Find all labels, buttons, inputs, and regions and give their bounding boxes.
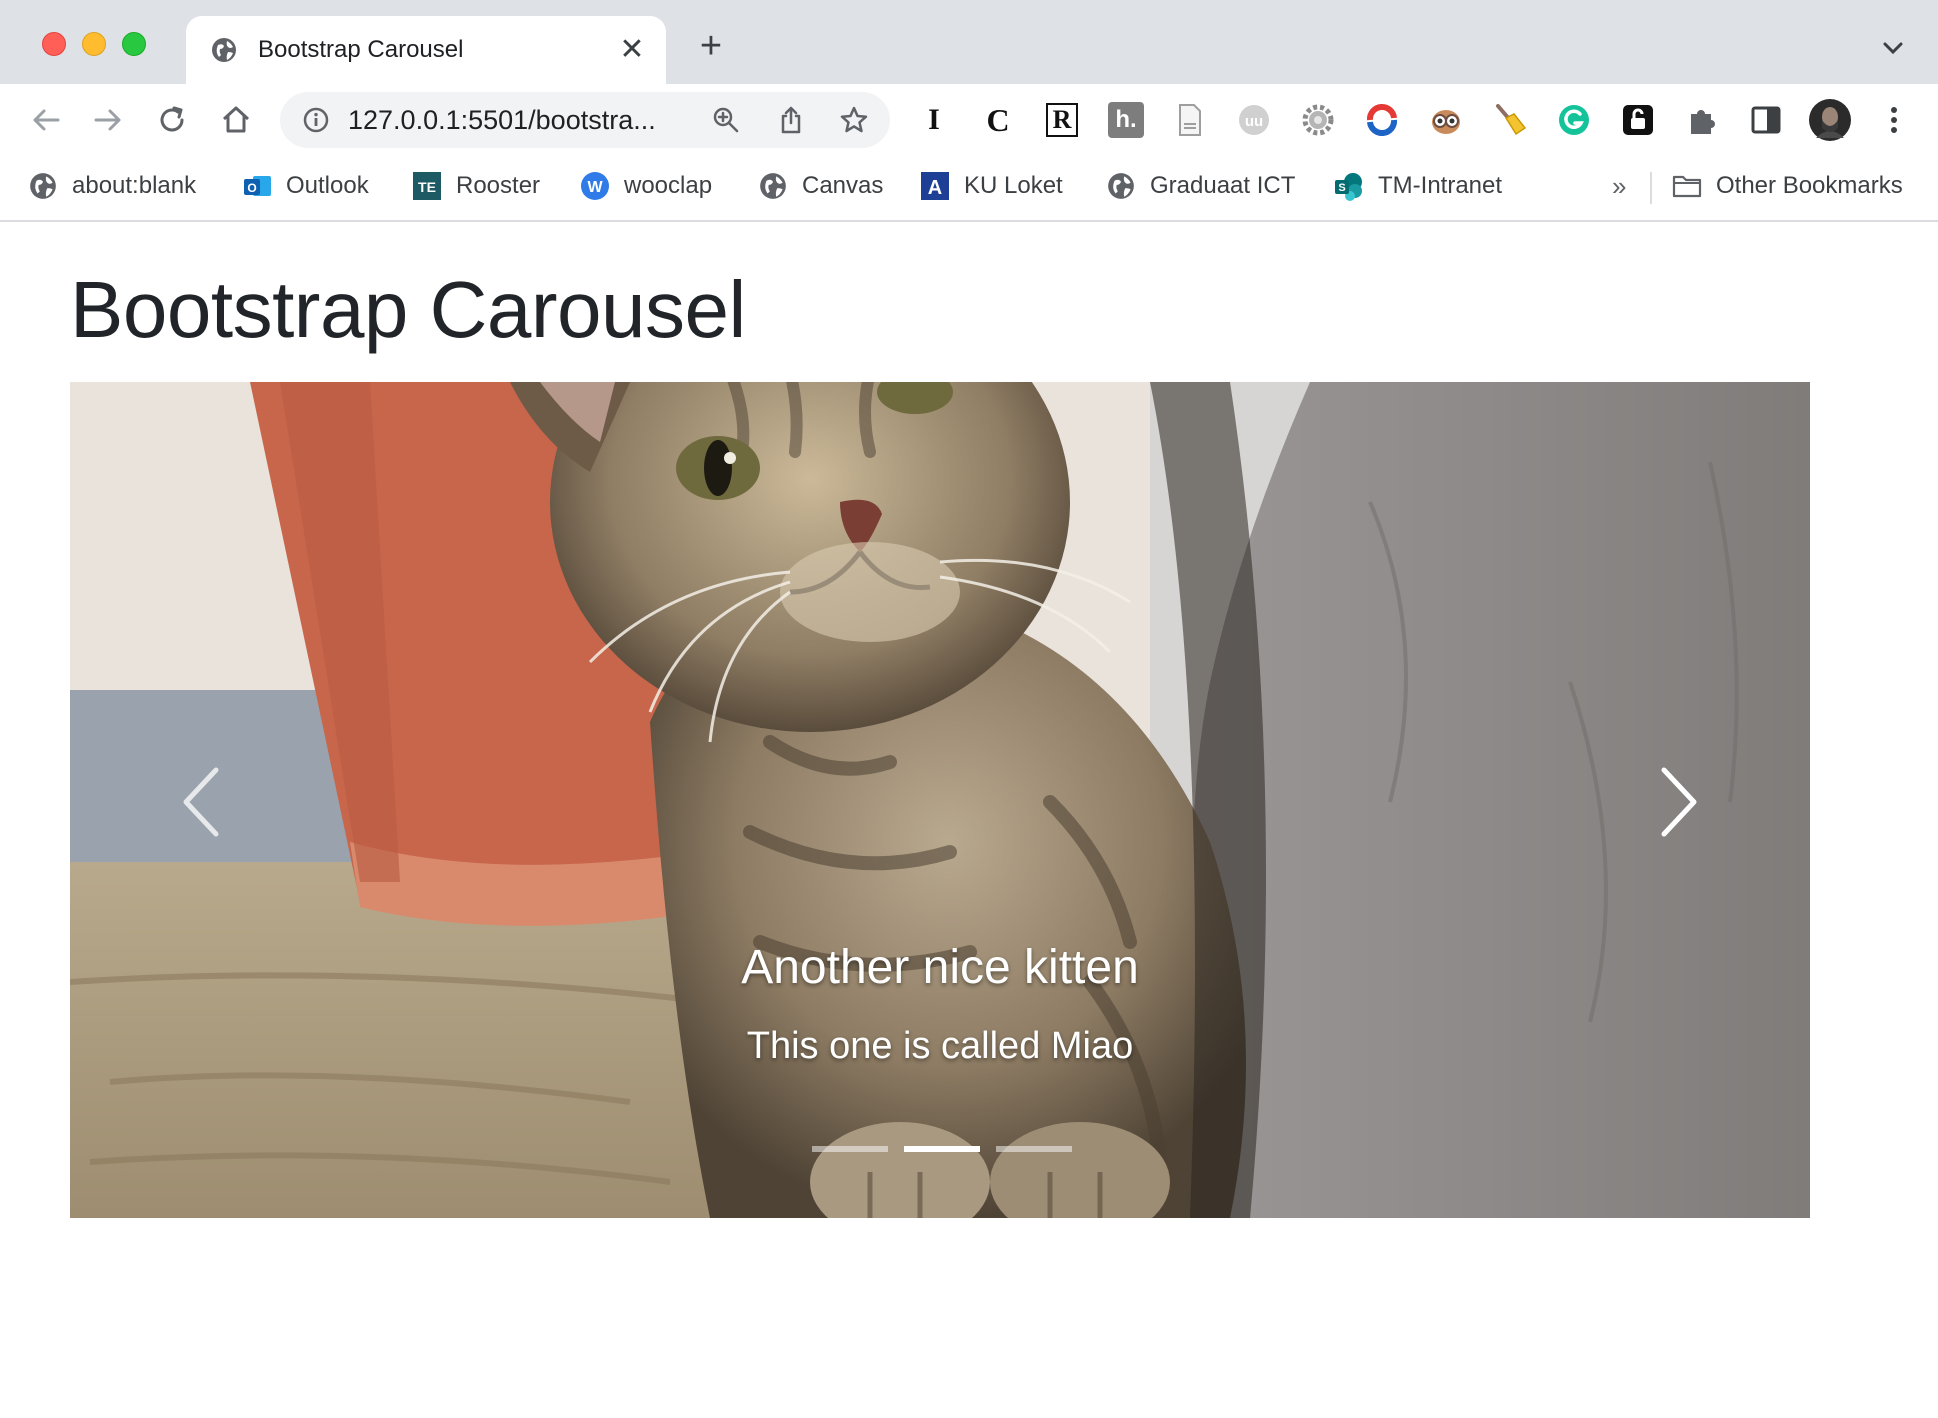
close-tab-icon[interactable]: ✕ (618, 35, 646, 65)
forward-arrow-icon[interactable] (88, 100, 128, 140)
c-extension-label: C (986, 101, 1010, 138)
c-extension-icon[interactable]: C (980, 102, 1016, 138)
globe-icon (760, 173, 786, 199)
tab-search-chevron-icon[interactable] (1878, 36, 1908, 60)
bookmark-label: Graduaat ICT (1150, 172, 1296, 199)
ku-icon: A (921, 172, 949, 200)
svg-text:uu: uu (1245, 113, 1263, 130)
carousel-indicator-2[interactable] (904, 1146, 980, 1152)
bookmark-label: Canvas (802, 172, 884, 199)
bookmark-canvas[interactable]: Canvas (758, 168, 883, 204)
profile-avatar[interactable] (1808, 98, 1852, 142)
outlook-icon: O (244, 176, 271, 196)
bookmark-label: Other Bookmarks (1716, 172, 1903, 199)
sharepoint-badge-text: S (1338, 182, 1345, 194)
new-tab-button[interactable]: + (694, 27, 728, 65)
bookmark-star-icon[interactable] (838, 104, 870, 136)
kitten-slide-image (70, 382, 1810, 1218)
globe-icon (30, 173, 56, 199)
puzzle-extensions-icon[interactable] (1684, 102, 1720, 138)
broom-extension-icon[interactable] (1492, 102, 1528, 138)
minimize-window-button[interactable] (82, 32, 106, 56)
bookmark-wooclap[interactable]: W wooclap (580, 168, 712, 204)
folder-icon (1672, 175, 1702, 198)
close-window-button[interactable] (42, 32, 66, 56)
bookmark-label: TM-Intranet (1378, 172, 1503, 199)
wooclap-icon: W (581, 172, 609, 200)
h-extension-icon[interactable]: h. (1108, 102, 1144, 138)
zoom-icon[interactable] (710, 104, 742, 136)
sharepoint-icon: S (1335, 173, 1362, 201)
side-panel-icon[interactable] (1748, 102, 1784, 138)
bookmark-label: wooclap (624, 172, 713, 199)
carousel[interactable]: Another nice kitten This one is called M… (70, 382, 1810, 1218)
active-tab[interactable]: Bootstrap Carousel ✕ (186, 16, 666, 84)
te-icon: TE (413, 172, 441, 200)
bookmark-rooster[interactable]: TE Rooster (412, 168, 540, 204)
globe-icon (212, 38, 236, 62)
browser-toolbar: 127.0.0.1:5501/bootstra... I C R h. uu (0, 84, 1938, 154)
page-title: Bootstrap Carousel (70, 265, 746, 354)
carousel-caption-title: Another nice kitten (741, 941, 1139, 994)
bookmark-about-blank[interactable]: about:blank (28, 168, 196, 204)
bookmark-label: KU Loket (964, 172, 1063, 199)
bookmark-ku-loket[interactable]: A KU Loket (920, 168, 1063, 204)
r-extension-icon[interactable]: R (1044, 102, 1080, 138)
carousel-indicators (812, 1146, 1072, 1152)
bookmarks-divider (1650, 172, 1652, 204)
svg-text:O: O (247, 181, 256, 195)
browser-tab-strip: Bootstrap Carousel ✕ + (0, 0, 1938, 84)
bookmark-other-bookmarks[interactable]: Other Bookmarks (1672, 168, 1903, 204)
bookmarks-bar: about:blank O Outlook TE Rooster W woocl… (0, 154, 1938, 222)
lock-extension-icon[interactable] (1620, 102, 1656, 138)
carousel-prev-chevron-icon[interactable] (150, 742, 250, 862)
r-extension-label: R (1045, 103, 1079, 137)
grammarly-extension-icon[interactable] (1556, 102, 1592, 138)
instapaper-extension-icon[interactable]: I (916, 102, 952, 138)
instapaper-label: I (928, 103, 940, 136)
site-info-icon[interactable] (302, 106, 330, 134)
ku-badge-text: A (928, 177, 942, 199)
share-icon[interactable] (775, 104, 807, 136)
ublock-extension-icon[interactable]: uu (1236, 102, 1272, 138)
bookmark-label: Outlook (286, 172, 369, 199)
address-bar[interactable]: 127.0.0.1:5501/bootstra... (280, 92, 890, 148)
bookmark-label: about:blank (72, 172, 197, 199)
zoom-window-button[interactable] (122, 32, 146, 56)
owl-extension-icon[interactable] (1428, 102, 1464, 138)
wooclap-badge-text: W (587, 179, 603, 196)
te-badge-text: TE (418, 179, 436, 195)
back-arrow-icon[interactable] (26, 100, 66, 140)
globe-icon (1108, 173, 1134, 199)
gear-extension-icon[interactable] (1300, 102, 1336, 138)
carousel-indicator-1[interactable] (812, 1146, 888, 1152)
h-extension-label: h. (1115, 106, 1137, 133)
address-url[interactable]: 127.0.0.1:5501/bootstra... (348, 106, 656, 134)
bookmarks-overflow-chevron-icon[interactable]: » (1612, 168, 1626, 204)
tab-title: Bootstrap Carousel (258, 36, 464, 63)
document-extension-icon[interactable] (1172, 102, 1208, 138)
sync-extension-icon[interactable] (1364, 102, 1400, 138)
bookmark-label: Rooster (456, 172, 541, 199)
bookmark-outlook[interactable]: O Outlook (242, 168, 369, 204)
home-icon[interactable] (216, 100, 256, 140)
carousel-indicator-3[interactable] (996, 1146, 1072, 1152)
bookmark-graduaat-ict[interactable]: Graduaat ICT (1106, 168, 1295, 204)
carousel-caption-text: This one is called Miao (746, 1025, 1134, 1067)
kebab-menu-icon[interactable] (1876, 102, 1912, 138)
bookmark-tm-intranet[interactable]: S TM-Intranet (1334, 168, 1502, 204)
reload-icon[interactable] (152, 100, 192, 140)
carousel-next-chevron-icon[interactable] (1630, 742, 1730, 862)
